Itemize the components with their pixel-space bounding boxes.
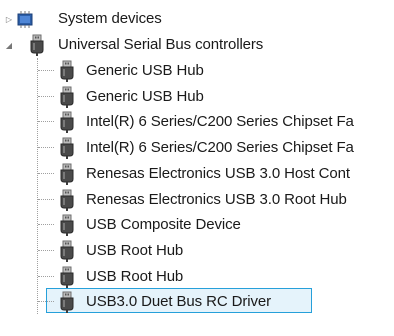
tree-guide-line xyxy=(38,276,54,277)
tree-node-label: Generic USB Hub xyxy=(86,62,204,79)
expand-arrow-icon[interactable]: ▷ xyxy=(4,14,14,24)
tree-guide-line xyxy=(38,147,54,148)
tree-node-label: Renesas Electronics USB 3.0 Root Hub xyxy=(86,191,347,208)
tree-node-label: Universal Serial Bus controllers xyxy=(58,36,264,53)
tree-node-label: USB Root Hub xyxy=(86,268,184,285)
tree-node-label: Intel(R) 6 Series/C200 Series Chipset Fa xyxy=(86,139,354,156)
tree-node-label: Generic USB Hub xyxy=(86,88,204,105)
tree-node-system-devices[interactable]: ▷ System devices xyxy=(0,6,394,32)
tree-node-label: USB Composite Device xyxy=(86,216,241,233)
usb-plug-icon xyxy=(60,60,74,82)
usb-plug-icon xyxy=(60,189,74,211)
tree-node-usb-device[interactable]: USB Root Hub xyxy=(0,264,394,290)
tree-node-label: System devices xyxy=(58,10,162,27)
usb-plug-icon xyxy=(60,291,74,313)
tree-node-usb-device[interactable]: Intel(R) 6 Series/C200 Series Chipset Fa xyxy=(0,135,394,161)
usb-plug-icon xyxy=(30,34,44,56)
tree-guide-line xyxy=(38,301,54,302)
collapse-arrow-icon[interactable]: ◢ xyxy=(4,40,14,50)
usb-plug-icon xyxy=(60,214,74,236)
tree-guide-line xyxy=(38,173,54,174)
usb-plug-icon xyxy=(60,137,74,159)
tree-node-usb-device[interactable]: USB Composite Device xyxy=(0,212,394,238)
tree-node-usb-device[interactable]: Renesas Electronics USB 3.0 Host Cont xyxy=(0,161,394,187)
tree-guide-line xyxy=(38,70,54,71)
tree-node-usb-device[interactable]: Generic USB Hub xyxy=(0,84,394,110)
device-tree[interactable]: ▷ System devices ◢ Universal Serial Bus … xyxy=(0,0,394,336)
tree-guide-line xyxy=(38,121,54,122)
tree-node-usb-device[interactable]: Renesas Electronics USB 3.0 Root Hub xyxy=(0,187,394,213)
usb-plug-icon xyxy=(60,86,74,108)
tree-node-label: Intel(R) 6 Series/C200 Series Chipset Fa xyxy=(86,113,354,130)
tree-node-usb-device[interactable]: USB Root Hub xyxy=(0,238,394,264)
tree-node-usb-device[interactable]: Intel(R) 6 Series/C200 Series Chipset Fa xyxy=(0,109,394,135)
usb-plug-icon xyxy=(60,163,74,185)
tree-node-label: Renesas Electronics USB 3.0 Host Cont xyxy=(86,165,350,182)
usb-plug-icon xyxy=(60,111,74,133)
tree-guide-line xyxy=(38,224,54,225)
usb-plug-icon xyxy=(60,240,74,262)
computer-chip-icon xyxy=(17,11,33,28)
tree-node-label: USB3.0 Duet Bus RC Driver xyxy=(86,293,272,310)
tree-node-usb-device[interactable]: USB3.0 Duet Bus RC Driver xyxy=(0,289,394,315)
tree-node-usb-device[interactable]: Generic USB Hub xyxy=(0,58,394,84)
tree-guide-line xyxy=(38,96,54,97)
tree-node-label: USB Root Hub xyxy=(86,242,184,259)
usb-plug-icon xyxy=(60,266,74,288)
tree-guide-line xyxy=(38,199,54,200)
tree-guide-line xyxy=(38,250,54,251)
tree-node-usb-controllers[interactable]: ◢ Universal Serial Bus controllers xyxy=(0,32,394,58)
